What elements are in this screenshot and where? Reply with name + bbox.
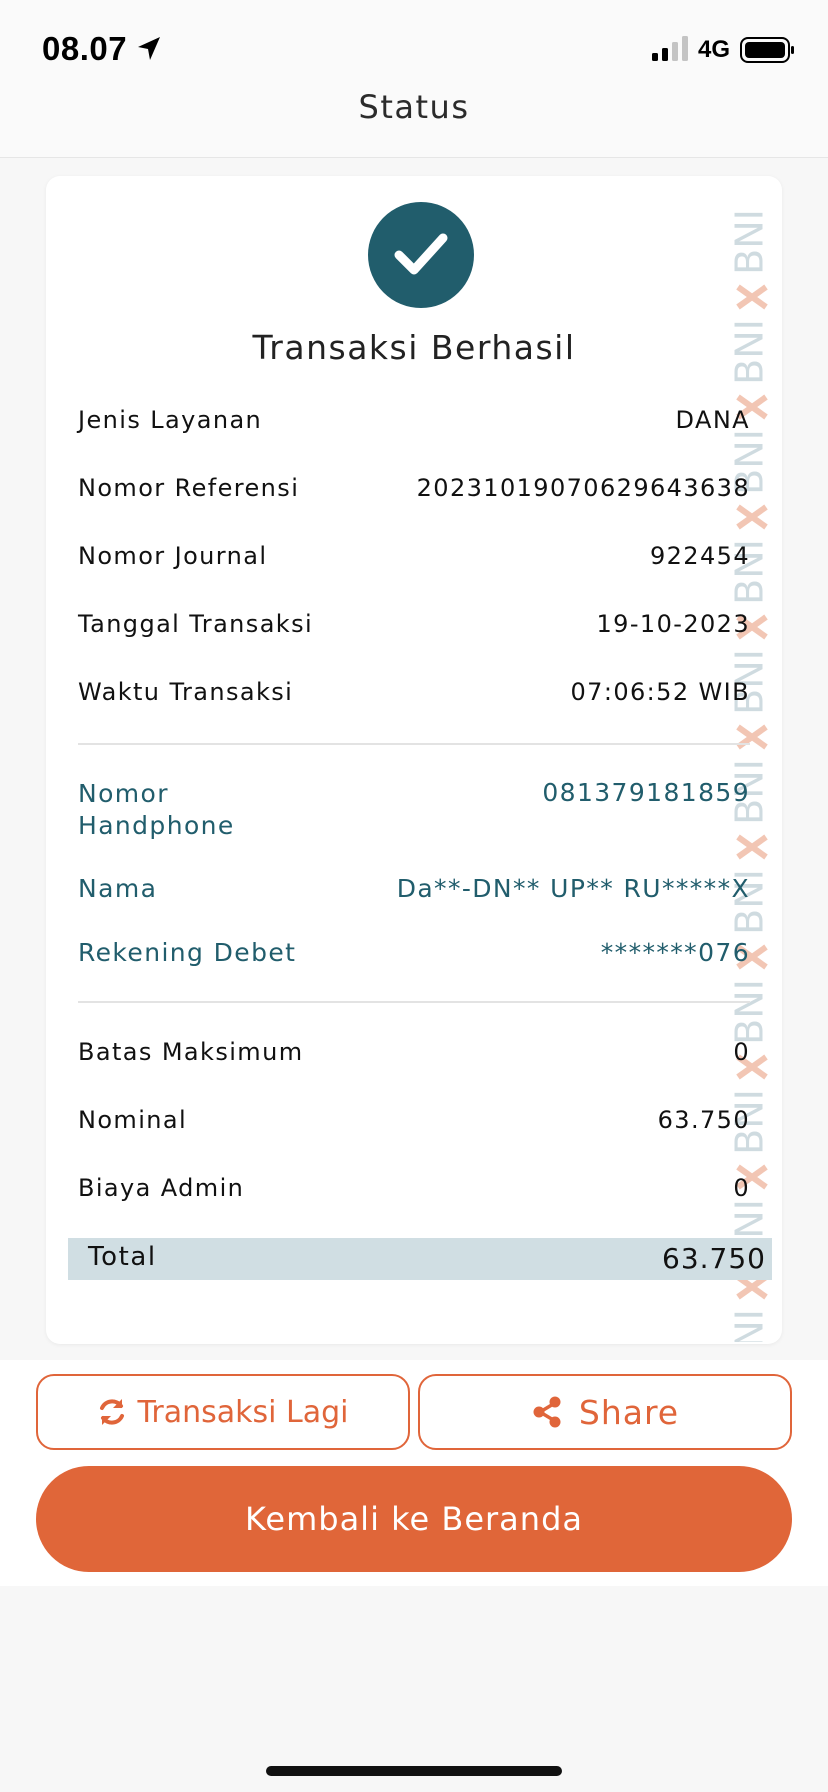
kembali-ke-beranda-label: Kembali ke Beranda: [245, 1500, 583, 1538]
detail-label: Tanggal Transaksi: [78, 610, 314, 638]
share-label: Share: [578, 1392, 680, 1432]
detail-value: 19-10-2023: [596, 610, 750, 638]
battery-icon: [740, 37, 794, 63]
svg-text:BNI: BNI: [728, 979, 772, 1045]
amount-label: Nominal: [78, 1106, 188, 1134]
transaksi-lagi-label: Transaksi Lagi: [137, 1394, 349, 1430]
amount-value: 63.750: [657, 1106, 750, 1134]
amount-value: 0: [733, 1038, 750, 1066]
detail-value: 07:06:52 WIB: [570, 678, 750, 706]
customer-label: Rekening Debet: [78, 938, 297, 967]
result-title: Transaksi Berhasil: [252, 328, 576, 367]
share-icon: [533, 1396, 561, 1428]
total-label: Total: [88, 1242, 157, 1272]
check-icon: [394, 233, 448, 275]
amount-label: Biaya Admin: [78, 1174, 245, 1202]
customer-value: *******076: [600, 938, 750, 967]
total-value: 63.750: [662, 1242, 766, 1275]
detail-value: 922454: [649, 542, 750, 570]
customer-value: Da**-DN** UP** RU*****X: [396, 874, 750, 903]
transaksi-lagi-button[interactable]: Transaksi Lagi: [36, 1374, 410, 1450]
receipt-card: BNI BNI BNI BNI BNI BNI BNI BNI BNI BNI BNI Transa…: [46, 176, 782, 1344]
customer-label: Nomor Handphone: [78, 779, 235, 840]
success-icon: [368, 202, 474, 308]
page-title: Status: [358, 88, 470, 126]
divider: [78, 1001, 750, 1003]
status-bar: 08.07 4G: [0, 0, 828, 100]
amount-value: 0: [733, 1174, 750, 1202]
detail-value: DANA: [675, 406, 750, 434]
svg-text:BNI: BNI: [728, 209, 772, 275]
detail-label: Jenis Layanan: [78, 406, 263, 434]
cellular-signal-icon: [652, 36, 688, 61]
location-arrow-icon: [138, 37, 160, 60]
detail-label: Waktu Transaksi: [78, 678, 294, 706]
detail-label: Nomor Referensi: [78, 474, 300, 502]
status-time: 08.07: [42, 30, 128, 67]
kembali-ke-beranda-button[interactable]: Kembali ke Beranda: [36, 1466, 792, 1572]
detail-label: Nomor Journal: [78, 542, 268, 570]
action-panel: Transaksi Lagi Share Kembali ke Beranda: [0, 1360, 828, 1586]
total-row: Total 63.750: [68, 1238, 772, 1280]
network-type: 4G: [698, 36, 731, 63]
page-header: Status: [0, 86, 828, 158]
amount-label: Batas Maksimum: [78, 1038, 304, 1066]
home-indicator: [266, 1766, 562, 1776]
customer-value: 081379181859: [542, 778, 750, 807]
customer-label: Nama: [78, 874, 158, 903]
share-button[interactable]: Share: [418, 1374, 792, 1450]
svg-text:BNI: BNI: [728, 1309, 772, 1342]
divider: [78, 743, 750, 745]
refresh-icon: [100, 1399, 125, 1425]
detail-value: 20231019070629643638: [416, 474, 750, 502]
